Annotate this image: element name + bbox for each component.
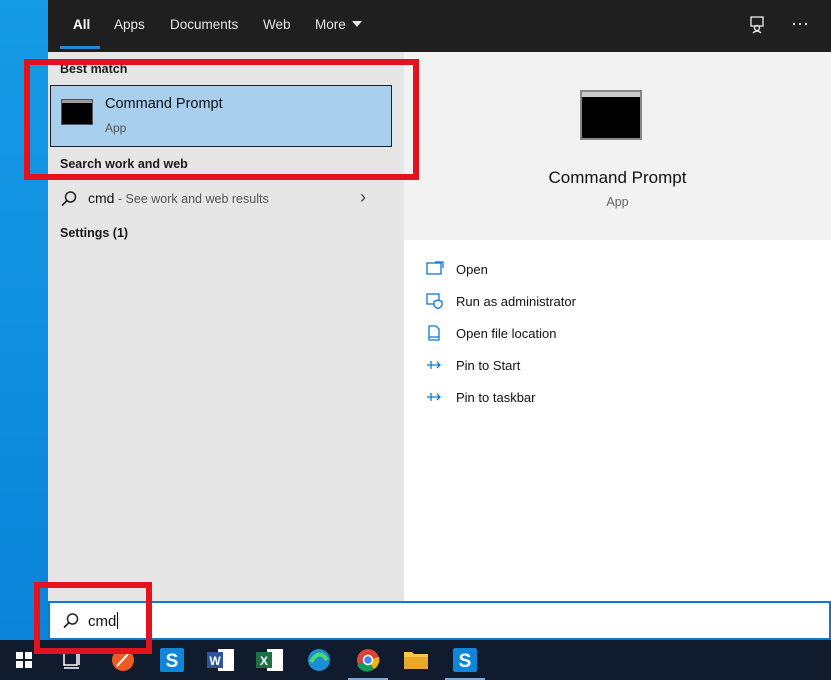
- file-explorer-icon[interactable]: [392, 640, 440, 680]
- svg-text:S: S: [166, 651, 179, 672]
- svg-text:X: X: [260, 654, 268, 668]
- feedback-icon[interactable]: [747, 14, 769, 36]
- command-prompt-large-icon: [580, 90, 642, 140]
- web-search-result[interactable]: cmd - See work and web results ›: [48, 184, 404, 214]
- more-options-icon[interactable]: ···: [789, 12, 811, 34]
- chevron-down-icon: [351, 21, 362, 27]
- detail-title: Command Prompt: [548, 168, 687, 187]
- tab-more[interactable]: More: [315, 0, 362, 52]
- tab-all[interactable]: All: [73, 0, 90, 52]
- chrome-icon[interactable]: [344, 640, 392, 680]
- search-box[interactable]: cmd: [48, 601, 831, 640]
- open-window-icon: [426, 261, 444, 275]
- settings-group-label[interactable]: Settings (1): [60, 226, 128, 240]
- svg-text:W: W: [209, 654, 221, 668]
- detail-pane: Command Prompt App Open Run as administr…: [404, 52, 831, 601]
- detail-header: Command Prompt App: [404, 52, 831, 240]
- annotation-highlight-best-match: [24, 59, 419, 180]
- svg-text:S: S: [459, 651, 472, 672]
- detail-subtitle: App: [606, 195, 629, 209]
- chevron-right-icon[interactable]: ›: [360, 187, 366, 208]
- web-query: cmd: [88, 190, 115, 206]
- shield-icon: [426, 293, 443, 309]
- search-tabs-bar: All Apps Documents Web More ···: [48, 0, 831, 52]
- active-tab-indicator: [60, 46, 100, 49]
- web-hint: - See work and web results: [114, 192, 269, 206]
- pin-icon: [427, 393, 441, 401]
- word-icon[interactable]: W: [196, 640, 244, 680]
- s-app-icon[interactable]: S: [148, 640, 196, 680]
- pin-icon: [427, 361, 441, 369]
- annotation-highlight-search-box: [34, 582, 152, 654]
- tab-apps[interactable]: Apps: [114, 0, 145, 52]
- tab-documents[interactable]: Documents: [170, 0, 238, 52]
- file-location-icon: [428, 325, 440, 341]
- detail-actions: Open Run as administrator Open file loca…: [404, 240, 831, 601]
- search-icon: [61, 191, 77, 207]
- tab-web[interactable]: Web: [263, 0, 291, 52]
- edge-icon[interactable]: [295, 640, 343, 680]
- s-app-icon[interactable]: S: [441, 640, 489, 680]
- excel-icon[interactable]: X: [245, 640, 293, 680]
